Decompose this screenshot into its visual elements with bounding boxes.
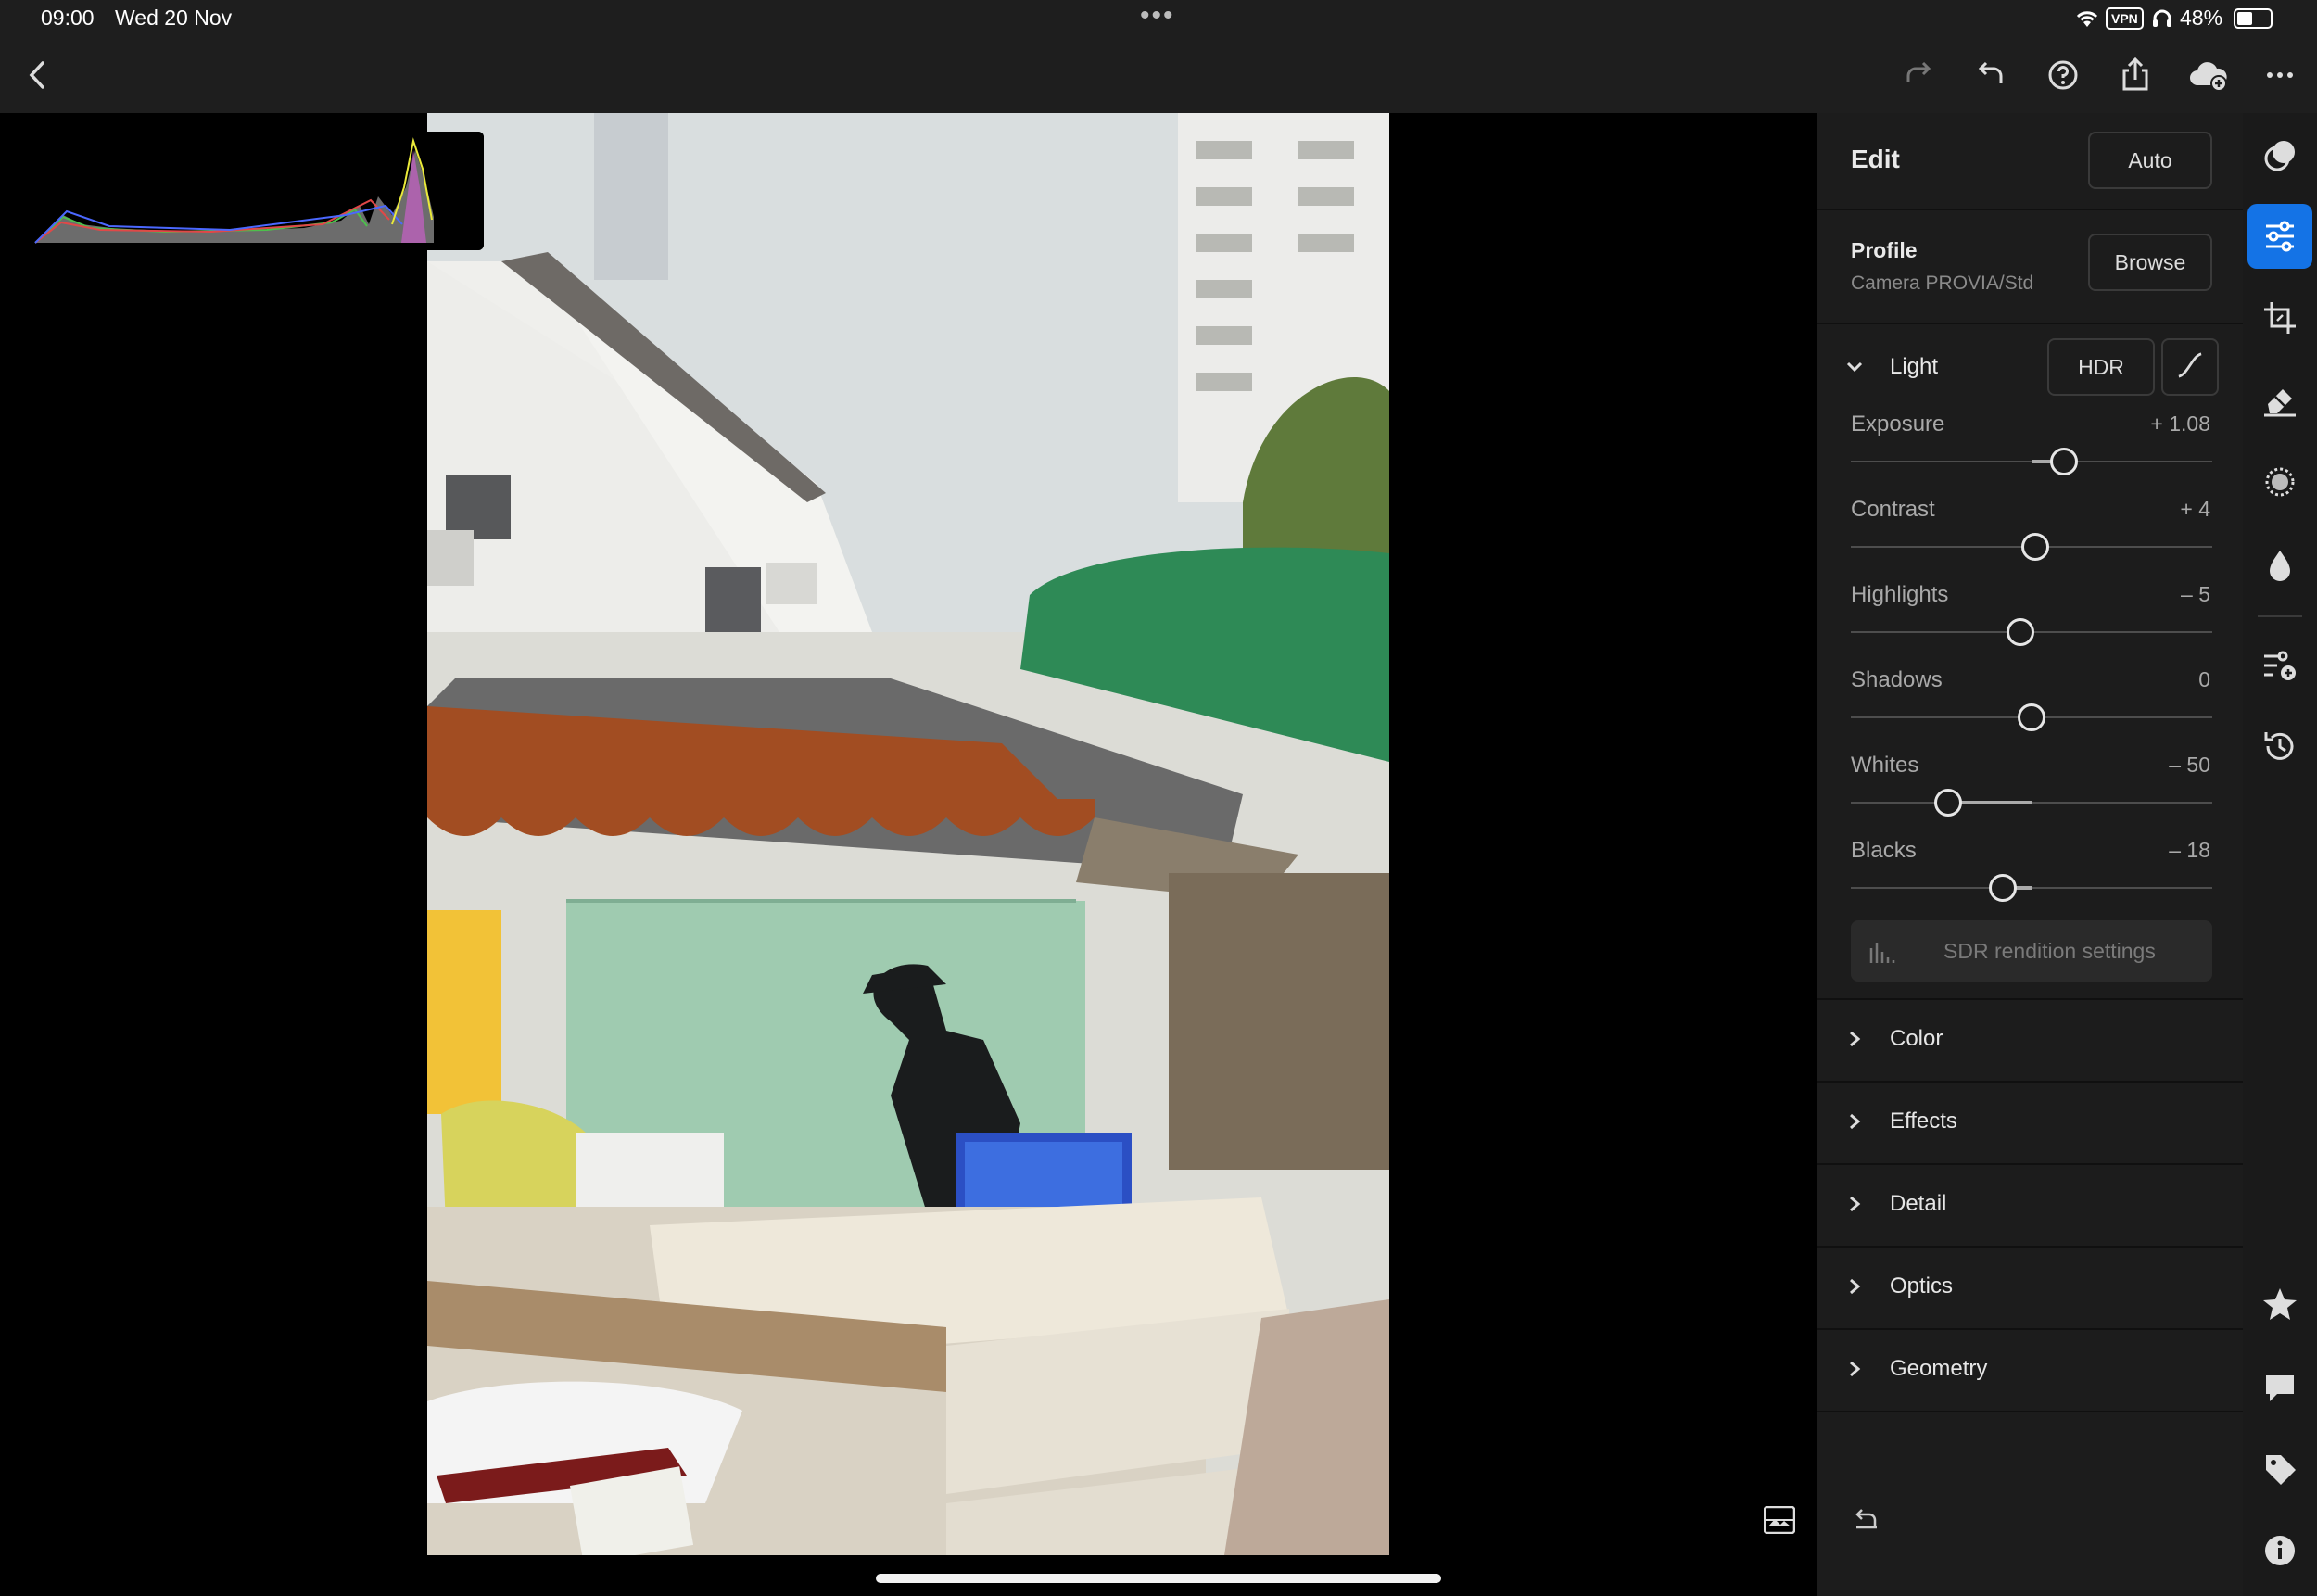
chevron-down-icon[interactable]: [1843, 356, 1866, 378]
chevron-right-icon: [1850, 1361, 1861, 1377]
chevron-right-icon: [1850, 1278, 1861, 1295]
profile-value: Camera PROVIA/Std: [1851, 272, 2034, 294]
undo-icon[interactable]: [1969, 54, 2012, 96]
sdr-rendition-button[interactable]: SDR rendition settings: [1851, 920, 2212, 982]
profile-label: Profile: [1851, 238, 1918, 262]
histogram[interactable]: [26, 132, 484, 250]
slider-knob-whites[interactable]: [1934, 789, 1963, 817]
slider-label-exposure: Exposure: [1851, 412, 1945, 437]
photo-preview[interactable]: [427, 113, 1389, 1555]
versions-icon[interactable]: [2259, 643, 2301, 686]
tone-curve-icon: [2178, 352, 2202, 378]
reset-icon[interactable]: [1851, 1503, 1880, 1533]
auto-button[interactable]: Auto: [2088, 132, 2212, 189]
history-icon[interactable]: [2259, 725, 2301, 767]
slider-value-exposure[interactable]: + 1.08: [2150, 412, 2210, 437]
home-indicator[interactable]: [876, 1574, 1441, 1583]
help-icon[interactable]: [2042, 54, 2084, 96]
status-time: 09:00: [41, 6, 95, 30]
slider-label-blacks: Blacks: [1851, 838, 1917, 863]
redo-icon[interactable]: [1897, 54, 1940, 96]
before-after-icon[interactable]: [1763, 1505, 1796, 1535]
slider-knob-highlights[interactable]: [2007, 618, 2035, 646]
slider-value-blacks[interactable]: – 18: [2169, 838, 2210, 863]
slider-track-whites[interactable]: [1851, 801, 2212, 804]
slider-track-blacks[interactable]: [1851, 886, 2212, 890]
section-label: Effects: [1890, 1108, 1957, 1134]
battery-icon: [2234, 8, 2273, 29]
section-label: Optics: [1890, 1273, 1954, 1298]
crop-icon[interactable]: [2259, 297, 2301, 339]
browse-button[interactable]: Browse: [2088, 234, 2212, 291]
masking-icon[interactable]: [2259, 461, 2301, 503]
edit-sliders-icon[interactable]: [2247, 204, 2312, 269]
chevron-right-icon: [1850, 1196, 1861, 1212]
status-date: Wed 20 Nov: [115, 6, 233, 30]
keywords-icon[interactable]: [2259, 1448, 2301, 1490]
battery-percent: 48%: [2180, 6, 2223, 30]
slider-knob-contrast[interactable]: [2020, 533, 2049, 561]
section-color[interactable]: Color: [1817, 1000, 2244, 1082]
hdr-button[interactable]: HDR: [2047, 338, 2155, 396]
light-section-label[interactable]: Light: [1890, 354, 1938, 380]
rating-icon[interactable]: [2259, 1283, 2301, 1325]
slider-value-whites[interactable]: – 50: [2169, 753, 2210, 778]
info-icon[interactable]: [2259, 1529, 2301, 1572]
vpn-badge: VPN: [2106, 7, 2144, 30]
slider-knob-shadows[interactable]: [2018, 703, 2045, 731]
slider-value-contrast[interactable]: + 4: [2180, 497, 2210, 522]
slider-label-highlights: Highlights: [1851, 582, 1949, 607]
status-bar: 09:00 Wed 20 Nov ••• VPN 48%: [0, 0, 2317, 37]
slider-value-shadows[interactable]: 0: [2198, 667, 2210, 692]
comments-icon[interactable]: [2259, 1366, 2301, 1409]
cloud-add-icon[interactable]: [2186, 54, 2229, 96]
multitasking-dots[interactable]: •••: [1140, 0, 1175, 32]
share-icon[interactable]: [2114, 54, 2157, 96]
section-optics[interactable]: Optics: [1817, 1248, 2244, 1329]
slider-label-contrast: Contrast: [1851, 497, 1935, 522]
section-detail[interactable]: Detail: [1817, 1165, 2244, 1247]
section-effects[interactable]: Effects: [1817, 1083, 2244, 1164]
slider-label-shadows: Shadows: [1851, 667, 1943, 692]
slider-label-whites: Whites: [1851, 753, 1919, 778]
sdr-label: SDR rendition settings: [1943, 939, 2156, 963]
section-label: Color: [1890, 1026, 1943, 1051]
headphones-icon: [2153, 9, 2171, 27]
histogram-icon: [1869, 943, 1895, 963]
edit-title: Edit: [1851, 145, 1900, 173]
blur-icon[interactable]: [2259, 543, 2301, 586]
healing-icon[interactable]: [2259, 378, 2301, 421]
more-icon[interactable]: [2259, 54, 2301, 96]
chevron-right-icon: [1850, 1031, 1861, 1047]
tool-rail: [2243, 113, 2317, 1596]
section-geometry[interactable]: Geometry: [1817, 1330, 2244, 1412]
slider-value-highlights[interactable]: – 5: [2181, 582, 2210, 607]
section-label: Geometry: [1890, 1356, 1988, 1381]
presets-icon[interactable]: [2259, 135, 2301, 178]
slider-track-exposure[interactable]: [1851, 460, 2212, 463]
tone-curve-button[interactable]: [2161, 338, 2219, 396]
section-label: Detail: [1890, 1191, 1947, 1216]
edit-panel: Edit Auto Profile Camera PROVIA/Std Brow…: [1817, 113, 2244, 1596]
top-toolbar: [0, 37, 2317, 113]
wifi-icon: [2076, 11, 2098, 27]
slider-knob-exposure[interactable]: [2050, 448, 2079, 475]
back-icon[interactable]: [17, 54, 59, 96]
slider-knob-blacks[interactable]: [1988, 874, 2017, 902]
chevron-right-icon: [1850, 1113, 1861, 1130]
